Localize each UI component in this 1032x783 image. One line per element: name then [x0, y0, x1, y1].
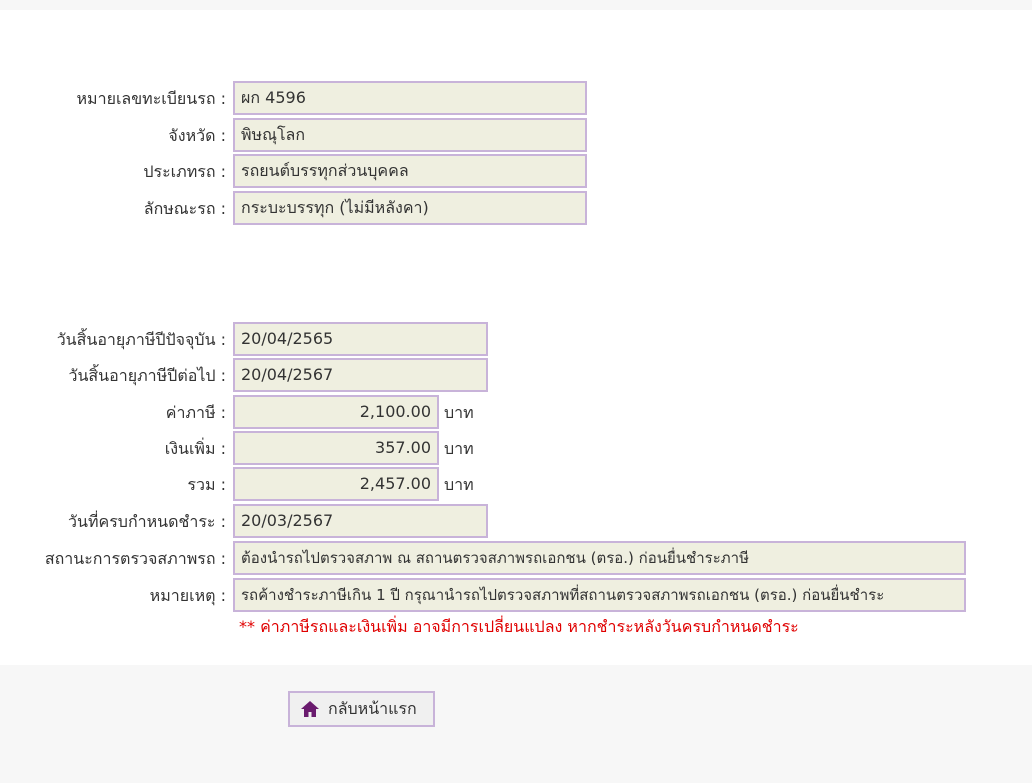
vehicle-style-field: กระบะบรรทุก (ไม่มีหลังคา) — [233, 191, 587, 225]
footer-bar — [0, 665, 1032, 783]
row-due-date: วันที่ครบกำหนดชำระ : 20/03/2567 — [0, 504, 1032, 538]
tax-amount-unit: บาท — [444, 403, 474, 422]
price-change-warning: ** ค่าภาษีรถและเงินเพิ่ม อาจมีการเปลี่ยน… — [239, 617, 799, 636]
vehicle-type-field: รถยนต์บรรทุกส่วนบุคคล — [233, 154, 587, 188]
remark-label: หมายเหตุ : — [149, 586, 226, 605]
row-remark: หมายเหตุ : รถค้างชำระภาษีเกิน 1 ปี กรุณา… — [0, 578, 1032, 612]
vehicle-style-label: ลักษณะรถ : — [143, 199, 226, 218]
home-button[interactable]: กลับหน้าแรก — [288, 691, 435, 727]
row-current-expiry: วันสิ้นอายุภาษีปีปัจจุบัน : 20/04/2565 — [0, 322, 1032, 356]
total-label: รวม : — [187, 475, 226, 494]
due-date-field: 20/03/2567 — [233, 504, 488, 538]
row-total: รวม : 2,457.00 บาท — [0, 467, 1032, 501]
inspection-status-field: ต้องนำรถไปตรวจสภาพ ณ สถานตรวจสภาพรถเอกชน… — [233, 541, 966, 575]
vehicle-type-label: ประเภทรถ : — [143, 162, 226, 181]
home-button-label: กลับหน้าแรก — [328, 698, 417, 718]
plate-field: ผก 4596 — [233, 81, 587, 115]
row-vehicle-type: ประเภทรถ : รถยนต์บรรทุกส่วนบุคคล — [0, 154, 1032, 188]
inspection-status-label: สถานะการตรวจสภาพรถ : — [44, 549, 226, 568]
surcharge-field: 357.00 — [233, 431, 439, 465]
tax-amount-field: 2,100.00 — [233, 395, 439, 429]
province-label: จังหวัด : — [168, 126, 226, 145]
next-expiry-label: วันสิ้นอายุภาษีปีต่อไป : — [68, 366, 226, 385]
total-field: 2,457.00 — [233, 467, 439, 501]
current-expiry-field: 20/04/2565 — [233, 322, 488, 356]
current-expiry-label: วันสิ้นอายุภาษีปีปัจจุบัน : — [56, 330, 226, 349]
row-plate: หมายเลขทะเบียนรถ : ผก 4596 — [0, 81, 1032, 115]
surcharge-unit: บาท — [444, 439, 474, 458]
row-surcharge: เงินเพิ่ม : 357.00 บาท — [0, 431, 1032, 465]
province-field: พิษณุโลก — [233, 118, 587, 152]
row-tax-amount: ค่าภาษี : 2,100.00 บาท — [0, 395, 1032, 429]
next-expiry-field: 20/04/2567 — [233, 358, 488, 392]
home-icon — [300, 699, 320, 719]
surcharge-label: เงินเพิ่ม : — [164, 439, 226, 458]
total-unit: บาท — [444, 475, 474, 494]
row-vehicle-style: ลักษณะรถ : กระบะบรรทุก (ไม่มีหลังคา) — [0, 191, 1032, 225]
row-next-expiry: วันสิ้นอายุภาษีปีต่อไป : 20/04/2567 — [0, 358, 1032, 392]
row-province: จังหวัด : พิษณุโลก — [0, 118, 1032, 152]
row-inspection-status: สถานะการตรวจสภาพรถ : ต้องนำรถไปตรวจสภาพ … — [0, 541, 1032, 575]
remark-field: รถค้างชำระภาษีเกิน 1 ปี กรุณานำรถไปตรวจส… — [233, 578, 966, 612]
top-strip — [0, 0, 1032, 10]
plate-label: หมายเลขทะเบียนรถ : — [76, 89, 227, 108]
tax-amount-label: ค่าภาษี : — [165, 403, 226, 422]
due-date-label: วันที่ครบกำหนดชำระ : — [68, 512, 226, 531]
